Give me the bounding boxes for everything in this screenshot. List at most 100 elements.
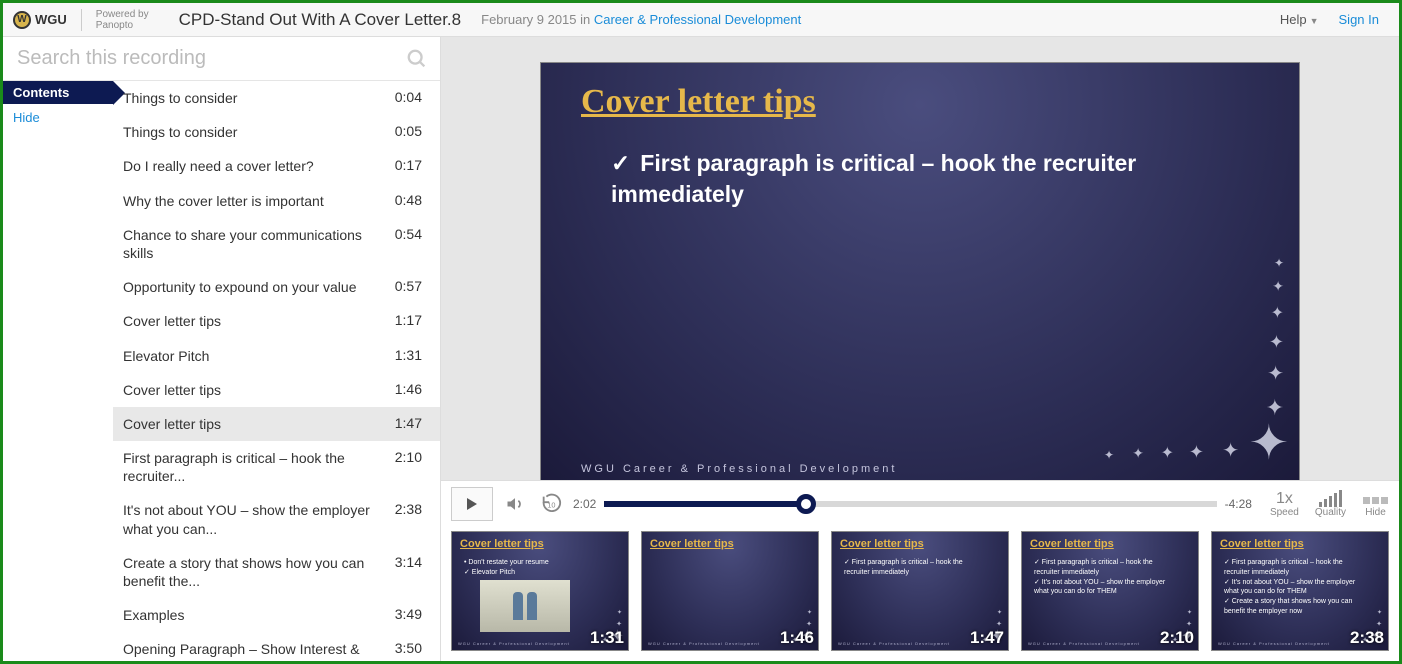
brand-text: WGU [35,12,67,27]
toc-item[interactable]: Why the cover letter is important0:48 [113,184,440,218]
progress-knob[interactable] [796,494,816,514]
toc-item[interactable]: Examples3:49 [113,598,440,632]
tab-contents[interactable]: Contents [3,81,113,104]
folder-link[interactable]: Career & Professional Development [594,12,801,27]
toc-item-time: 2:10 [395,449,422,485]
toc-item-label: Examples [123,606,395,624]
rewind-10-button[interactable]: 10 [537,490,565,518]
thumb-title: Cover letter tips [1220,538,1304,550]
search-icon[interactable] [406,48,428,70]
toc-item[interactable]: Opening Paragraph – Show Interest & Enth… [113,632,440,661]
toc-item-time: 0:48 [395,192,422,210]
hide-panel-link[interactable]: Hide [3,104,113,131]
powered-by: Powered by Panopto [81,9,149,31]
toc-item[interactable]: Things to consider0:05 [113,115,440,149]
toc-item-label: Cover letter tips [123,312,395,330]
toc-item[interactable]: Create a story that shows how you can be… [113,546,440,598]
toc-item-label: Chance to share your communications skil… [123,226,395,262]
thumbnail[interactable]: Cover letter tips • Don't restate your re… [451,531,629,651]
toc-item-label: Cover letter tips [123,415,395,433]
toc-item-time: 0:54 [395,226,422,262]
toc-item-time: 1:46 [395,381,422,399]
toc-item[interactable]: Do I really need a cover letter?0:17 [113,149,440,183]
thumbnail[interactable]: Cover letter tips ✓ First paragraph is cr… [1211,531,1389,651]
thumb-bullets: ✓ First paragraph is critical – hook the… [1034,558,1174,597]
brand-logo[interactable]: W WGU [13,11,67,29]
thumbnail[interactable]: Cover letter tips✓ First paragraph is cr… [831,531,1009,651]
search-input[interactable] [3,37,440,80]
toc-item[interactable]: It's not about YOU – show the employer w… [113,493,440,545]
thumb-title: Cover letter tips [1030,538,1114,550]
star-icon: ✦ [1272,279,1284,296]
toc-item-time: 0:05 [395,123,422,141]
thumb-bullets: ✓ First paragraph is critical – hook the… [844,558,984,578]
sign-in-link[interactable]: Sign In [1339,12,1379,27]
toc-item[interactable]: Things to consider0:04 [113,81,440,115]
slide-footer: WGU Career & Professional Development [581,463,897,475]
toc-list[interactable]: Things to consider0:04Things to consider… [113,81,440,661]
toc-item-time: 0:17 [395,157,422,175]
thumb-bullets: ✓ First paragraph is critical – hook the… [1224,558,1364,617]
toc-item[interactable]: Cover letter tips1:17 [113,304,440,338]
progress-bar[interactable] [604,501,1216,507]
thumbnail[interactable]: Cover letter tipsWGU Career & Profession… [641,531,819,651]
slide-title: Cover letter tips [581,83,816,121]
star-icon: ✦ [1222,438,1239,463]
star-icon: ✦ [1267,361,1284,386]
toc-item-time: 0:04 [395,89,422,107]
toc-item-time: 1:31 [395,347,422,365]
thumb-time: 1:47 [970,628,1004,648]
grid-icon [1362,496,1389,507]
toc-item-label: Things to consider [123,123,395,141]
toc-item-time: 3:49 [395,606,422,624]
toc-item[interactable]: Cover letter tips1:46 [113,373,440,407]
toc-item-label: First paragraph is critical – hook the r… [123,449,395,485]
toc-item[interactable]: First paragraph is critical – hook the r… [113,441,440,493]
hide-thumbnails-button[interactable]: Hide [1362,496,1389,518]
thumbnail[interactable]: Cover letter tips ✓ First paragraph is cr… [1021,531,1199,651]
speed-control[interactable]: 1x Speed [1270,490,1299,519]
play-icon [464,496,480,512]
star-icon: ✦ [1274,256,1284,271]
star-icon: ✦ [1189,442,1204,463]
rewind-icon: 10 [540,493,562,515]
star-icon: ✦ [1104,448,1114,463]
toc-item[interactable]: Chance to share your communications skil… [113,218,440,270]
toc-item-time: 0:57 [395,278,422,296]
toc-item-label: Why the cover letter is important [123,192,395,210]
slide-main: Cover letter tips ✓First paragraph is cr… [540,62,1300,480]
thumb-time: 1:46 [780,628,814,648]
toc-item-label: Cover letter tips [123,381,395,399]
quality-control[interactable]: Quality [1315,490,1346,518]
toc-item-time: 1:47 [395,415,422,433]
checkmark-icon: ✓ [611,150,630,176]
slide-bullet: ✓First paragraph is critical – hook the … [611,148,1179,210]
star-icon: ✦ [1161,443,1174,463]
thumb-time: 2:10 [1160,628,1194,648]
volume-button[interactable] [501,490,529,518]
thumb-bullets: • Don't restate your resume ✓ Elevator P… [464,558,604,578]
star-icon: ✦ [1249,415,1289,471]
toc-item-label: Opportunity to expound on your value [123,278,395,296]
help-menu[interactable]: Help▼ [1280,12,1319,27]
toc-item-label: Create a story that shows how you can be… [123,554,395,590]
player-controls: 10 2:02 -4:28 1x Speed Quality [441,480,1399,521]
toc-item-time: 1:17 [395,312,422,330]
toc-item[interactable]: Opportunity to expound on your value0:57 [113,270,440,304]
svg-text:10: 10 [547,501,555,510]
quality-bars-icon [1315,490,1346,507]
volume-icon [505,494,525,514]
remaining-time: -4:28 [1225,497,1252,511]
toc-item[interactable]: Cover letter tips1:47 [113,407,440,441]
star-icon: ✦ [1266,395,1284,421]
left-panel: Contents Hide Things to consider0:04Thin… [3,37,441,661]
star-icon: ✦ [1269,332,1284,353]
thumb-title: Cover letter tips [460,538,544,550]
thumb-time: 2:38 [1350,628,1384,648]
play-button[interactable] [451,487,493,521]
recording-title: CPD-Stand Out With A Cover Letter.8 [179,10,462,30]
thumbnail-strip[interactable]: Cover letter tips • Don't restate your re… [441,521,1399,661]
toc-item-label: It's not about YOU – show the employer w… [123,501,395,537]
toc-item-time: 3:50 [395,640,422,661]
toc-item[interactable]: Elevator Pitch1:31 [113,339,440,373]
